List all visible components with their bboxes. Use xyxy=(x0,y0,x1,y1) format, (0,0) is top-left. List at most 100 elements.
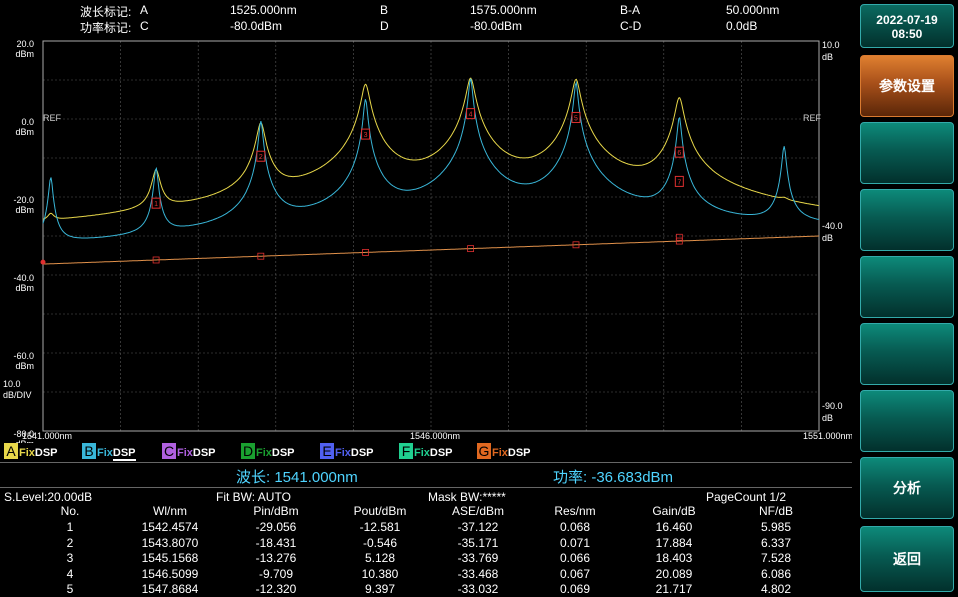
marker-b-value: 1575.000nm xyxy=(470,3,537,17)
table-cell: 0.068 xyxy=(559,520,591,534)
trace-c-fix: Fix xyxy=(177,447,193,459)
table-cell: 5 xyxy=(66,582,74,596)
x-start-label: 1541.000nm xyxy=(22,431,72,441)
channel-marker-label: 7 xyxy=(677,179,681,186)
table-cell: 0.069 xyxy=(559,582,591,596)
table-cell: -12.320 xyxy=(255,582,297,596)
left-tick-value: 20.0 xyxy=(16,39,34,49)
table-cell: -33.769 xyxy=(457,551,499,565)
date-text: 2022-07-19 xyxy=(876,13,938,27)
trace-a-dsp: DSP xyxy=(34,447,58,459)
table-cell: 0.066 xyxy=(559,551,591,565)
cursor-wavelength: 波长: 1541.000nm xyxy=(236,469,358,486)
softkey-3-button[interactable] xyxy=(860,189,954,251)
marker-cd-value: 0.0dB xyxy=(726,19,758,33)
marker-c-label: C xyxy=(140,19,149,33)
channel-marker-label: 4 xyxy=(469,112,473,119)
table-cell: 6.337 xyxy=(760,535,792,550)
scale-value: 10.0 xyxy=(3,379,21,389)
table-cell: -33.032 xyxy=(457,582,499,596)
table-cell: -13.276 xyxy=(255,551,297,565)
x-center-label: 1546.000nm xyxy=(410,431,460,441)
left-tick-value: -40.0 xyxy=(13,273,34,283)
trace-bar: A FixDSP B FixDSP C FixDSP D FixDSP E FixDSP … xyxy=(0,443,852,462)
trace-e-dsp: DSP xyxy=(350,447,374,459)
left-tick-unit: dBm xyxy=(15,361,34,371)
mask-bw: Mask BW:***** xyxy=(428,490,506,504)
trace-a-button[interactable]: A FixDSP xyxy=(4,443,58,462)
table-cell: -37.122 xyxy=(457,520,499,534)
right-tick-value: -90.0 xyxy=(822,401,843,411)
trace-e-fix: Fix xyxy=(335,447,351,459)
right-tick-unit: dB xyxy=(822,233,833,243)
table-cell: -12.581 xyxy=(359,520,401,534)
table-cell: 1545.1568 xyxy=(141,551,199,565)
table-cell: 0.067 xyxy=(559,566,591,581)
table-cell: -0.546 xyxy=(362,535,398,550)
analysis-button[interactable]: 分析 xyxy=(860,457,954,519)
cursor-point xyxy=(40,259,46,265)
table-cell: 1 xyxy=(66,520,74,534)
table-header-cell: Pout/dBm xyxy=(353,504,407,518)
table-cell: 1546.5099 xyxy=(141,566,199,581)
time-text: 08:50 xyxy=(891,27,923,41)
softkey-4-button[interactable] xyxy=(860,256,954,318)
channel-marker-label: 3 xyxy=(364,132,368,139)
channel-marker-label: 6 xyxy=(677,150,681,157)
trace-f-button[interactable]: F FixDSP xyxy=(399,443,453,462)
softkey-2-button[interactable] xyxy=(860,122,954,184)
table-cell: -35.171 xyxy=(457,535,499,550)
trace-e-button[interactable]: E FixDSP xyxy=(320,443,374,462)
back-button[interactable]: 返回 xyxy=(860,526,954,592)
param-settings-button[interactable]: 参数设置 xyxy=(860,55,954,117)
left-tick-unit: dBm xyxy=(15,283,34,293)
channel-marker-label: 2 xyxy=(259,154,263,161)
trace-c-button[interactable]: C FixDSP xyxy=(162,443,216,462)
table-cell: 21.717 xyxy=(655,582,693,596)
trace-b-letter: B xyxy=(82,443,96,459)
right-tick-value: -40.0 xyxy=(822,221,843,231)
cursor-power: 功率: -36.683dBm xyxy=(553,469,674,486)
marker-c-value: -80.0dBm xyxy=(230,19,283,33)
table-cell: 1547.8684 xyxy=(141,582,199,596)
softkey-6-button[interactable] xyxy=(860,390,954,452)
channel-marker-label: 5 xyxy=(574,115,578,122)
trace-b-dsp: DSP xyxy=(112,447,136,461)
trace-e-letter: E xyxy=(320,443,334,459)
marker-ba-value: 50.000nm xyxy=(726,3,780,17)
marker-a-label: A xyxy=(140,3,149,17)
trace-b-button[interactable]: B FixDSP xyxy=(82,443,136,462)
pw-marker-label: 功率标记: xyxy=(80,21,132,35)
table-cell: 18.403 xyxy=(655,551,693,565)
trace-c-letter: C xyxy=(162,443,176,459)
marker-header: 波长标记: 功率标记: A 1525.000nm B 1575.000nm B-… xyxy=(0,0,852,36)
right-tick-unit: dB xyxy=(822,413,833,423)
s-level: S.Level:20.00dB xyxy=(4,490,93,504)
table-cell: 17.884 xyxy=(655,535,693,550)
table-header-cell: No. xyxy=(60,504,80,518)
trace-d-letter: D xyxy=(241,443,255,459)
x-end-label: 1551.000nm xyxy=(803,431,852,441)
table-cell: 5.128 xyxy=(364,551,396,565)
trace-b-fix: Fix xyxy=(97,447,113,459)
softkey-5-button[interactable] xyxy=(860,323,954,385)
datetime-display: 2022-07-19 08:50 xyxy=(860,4,954,48)
marker-b-label: B xyxy=(380,3,389,17)
marker-d-label: D xyxy=(380,19,389,33)
table-cell: -18.431 xyxy=(255,535,297,550)
trace-d-button[interactable]: D FixDSP xyxy=(241,443,295,462)
marker-ba-label: B-A xyxy=(620,3,641,17)
channel-marker-label: 1 xyxy=(154,201,158,208)
trace-d-fix: Fix xyxy=(256,447,272,459)
trace-g-button[interactable]: G FixDSP xyxy=(477,443,531,462)
table-header-cell: Res/nm xyxy=(554,504,596,518)
table-cell: 5.985 xyxy=(760,520,792,534)
table-cell: 2 xyxy=(66,535,74,550)
spectrum-plot[interactable]: 20.0dBm0.0dBm-20.0dBm-40.0dBm-60.0dBm-80… xyxy=(0,36,852,443)
table-header-cell: NF/dB xyxy=(758,504,793,518)
left-tick-value: -20.0 xyxy=(13,195,34,205)
results-table: S.Level:20.00dB Fit BW: AUTO Mask BW:***… xyxy=(0,488,852,597)
right-tick-value: 10.0 xyxy=(822,40,840,50)
marker-cd-label: C-D xyxy=(620,19,642,33)
ref-label-right: REF xyxy=(803,113,822,123)
